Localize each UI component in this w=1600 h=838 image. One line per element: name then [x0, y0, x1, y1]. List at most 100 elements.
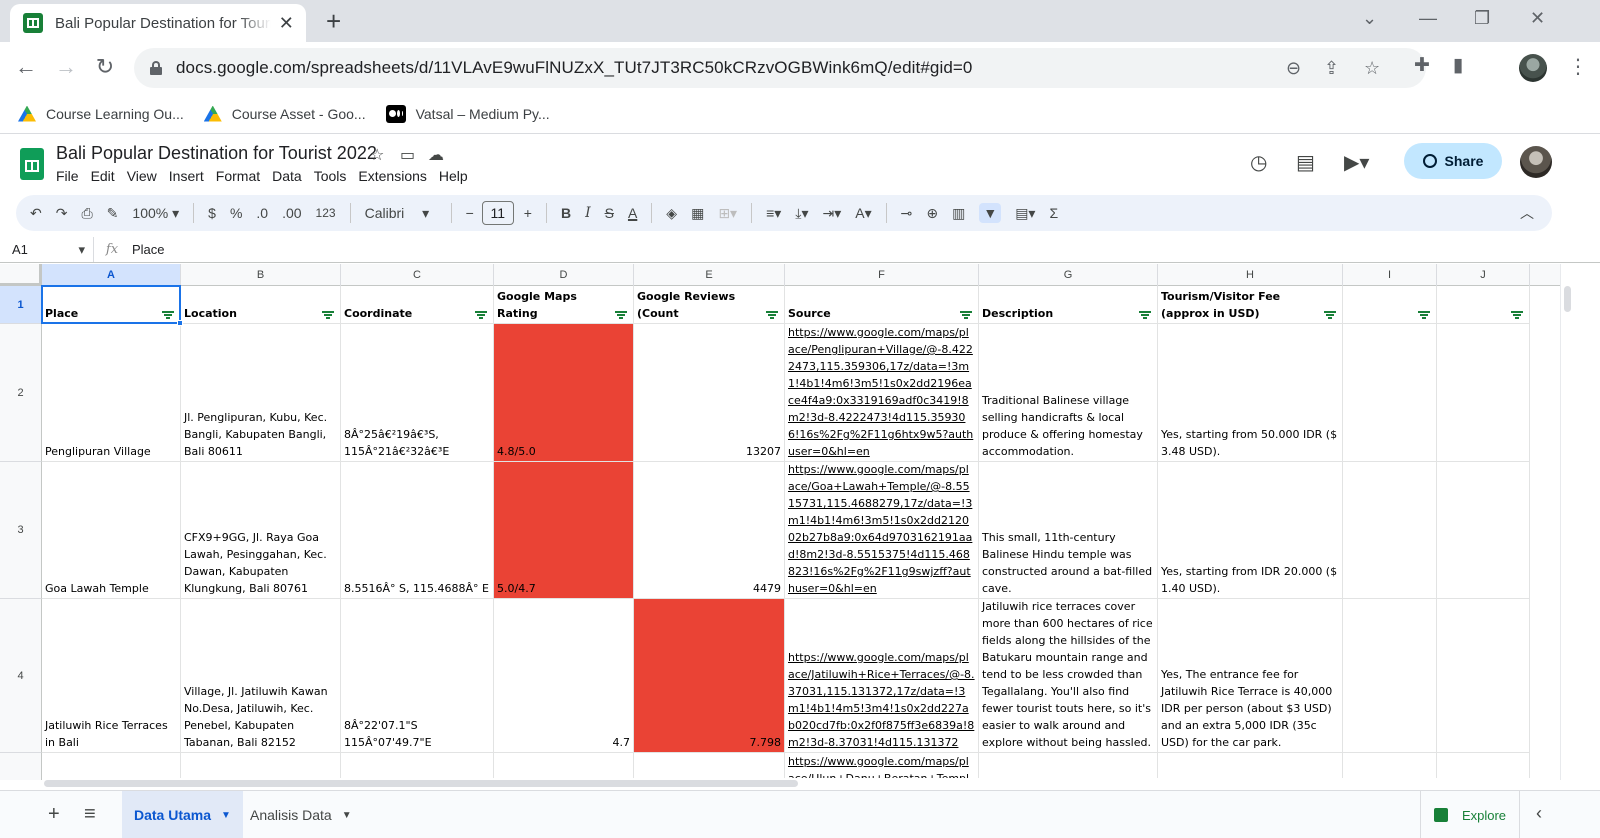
header-cell-source[interactable]: Source — [785, 286, 979, 324]
vertical-scrollbar[interactable] — [1560, 264, 1574, 780]
cell-location[interactable]: Jl. Penglipuran, Kubu, Kec. Bangli, Kabu… — [181, 324, 341, 462]
more-formats-button[interactable]: 123 — [316, 206, 336, 220]
column-header-g[interactable]: G — [979, 264, 1158, 286]
menu-data[interactable]: Data — [272, 168, 302, 184]
cell-i[interactable] — [1343, 324, 1437, 462]
filter-icon[interactable] — [960, 311, 972, 319]
filter-views-icon[interactable]: ▤▾ — [1015, 205, 1035, 222]
comments-icon[interactable]: ▤ — [1296, 150, 1315, 175]
header-cell-rating[interactable]: Google Maps Rating — [494, 286, 634, 324]
cell-i[interactable] — [1343, 753, 1437, 780]
add-sheet-icon[interactable]: + — [48, 803, 60, 826]
explore-button[interactable]: Explore — [1420, 791, 1520, 838]
cloud-status-icon[interactable]: ☁ — [428, 145, 444, 165]
percent-format-button[interactable]: % — [230, 205, 242, 221]
filter-icon[interactable] — [766, 311, 778, 319]
cell-source[interactable]: https://www.google.com/maps/place/Goa+La… — [785, 462, 979, 599]
horizontal-align-icon[interactable]: ≡▾ — [766, 205, 781, 222]
fill-handle[interactable] — [177, 320, 183, 326]
new-tab-icon[interactable]: + — [326, 8, 341, 34]
menu-tools[interactable]: Tools — [314, 168, 347, 184]
font-select[interactable]: Calibri ▾ — [365, 205, 437, 222]
cell-source[interactable]: https://www.google.com/maps/place/Pengli… — [785, 324, 979, 462]
filter-icon[interactable] — [1324, 311, 1336, 319]
header-cell-j[interactable] — [1437, 286, 1530, 324]
chevron-down-icon[interactable]: ▼ — [342, 810, 352, 821]
cell-reviews[interactable] — [634, 753, 785, 780]
restore-icon[interactable]: ❐ — [1474, 8, 1490, 29]
header-cell-reviews[interactable]: Google Reviews (Count — [634, 286, 785, 324]
italic-icon[interactable]: I — [585, 205, 591, 221]
cell-j[interactable] — [1437, 324, 1530, 462]
column-header-f[interactable]: F — [785, 264, 979, 286]
star-icon[interactable]: ☆ — [370, 145, 384, 165]
cell-source[interactable]: https://www.google.com/maps/place/Jatilu… — [785, 599, 979, 753]
row-header[interactable] — [0, 753, 42, 780]
all-sheets-icon[interactable]: ≡ — [84, 803, 96, 826]
cell-coordinate[interactable] — [341, 753, 494, 780]
profile-avatar[interactable] — [1519, 54, 1547, 82]
font-size-input[interactable]: 11 — [481, 201, 514, 225]
filter-icon[interactable] — [475, 311, 487, 319]
share-page-icon[interactable]: ⇪ — [1324, 58, 1339, 79]
reload-icon[interactable]: ↻ — [91, 54, 119, 80]
header-cell-i[interactable] — [1343, 286, 1437, 324]
filter-icon[interactable] — [322, 311, 334, 319]
paint-format-icon[interactable]: ✎ — [107, 205, 119, 222]
formula-input[interactable]: Place — [130, 242, 165, 257]
cell-description[interactable]: Jatiluwih rice terraces cover more than … — [979, 599, 1158, 753]
menu-insert[interactable]: Insert — [169, 168, 204, 184]
cell-i[interactable] — [1343, 462, 1437, 599]
bookmark-item[interactable]: Vatsal – Medium Py... — [385, 104, 550, 123]
cell-coordinate[interactable]: 8Â°25â€²19â€³S, 115Â°21â€²32â€³E — [341, 324, 494, 462]
chevron-down-icon[interactable]: ▼ — [221, 810, 231, 821]
menu-help[interactable]: Help — [439, 168, 468, 184]
cell-reviews[interactable]: 13207 — [634, 324, 785, 462]
vertical-align-icon[interactable]: ⤓▾ — [795, 205, 808, 222]
menu-file[interactable]: File — [56, 168, 79, 184]
insert-comment-icon[interactable]: ⊕ — [926, 205, 938, 222]
horizontal-scrollbar[interactable] — [42, 778, 1560, 788]
font-size-increase-icon[interactable]: + — [524, 205, 532, 221]
row-header-2[interactable]: 2 — [0, 324, 42, 462]
tab-search-icon[interactable]: ⌄ — [1362, 8, 1377, 29]
menu-format[interactable]: Format — [216, 168, 260, 184]
cell-location[interactable]: CFX9+9GG, Jl. Raya Goa Lawah, Pesinggaha… — [181, 462, 341, 599]
column-header-h[interactable]: H — [1158, 264, 1343, 286]
strikethrough-icon[interactable]: S — [605, 205, 614, 221]
header-cell-location[interactable]: Location — [181, 286, 341, 324]
address-bar[interactable]: docs.google.com/spreadsheets/d/11VLAvE9w… — [134, 48, 1426, 88]
cell-j[interactable] — [1437, 462, 1530, 599]
decrease-decimal-button[interactable]: .0 — [256, 205, 268, 221]
cell-location[interactable]: Village, Jl. Jatiluwih Kawan No.Desa, Ja… — [181, 599, 341, 753]
undo-icon[interactable]: ↶ — [30, 205, 42, 222]
zoom-out-icon[interactable]: ⊖ — [1286, 58, 1301, 79]
sheet-tab-analisis-data[interactable]: Analisis Data ▼ — [238, 791, 364, 838]
column-header-b[interactable]: B — [181, 264, 341, 286]
filter-icon[interactable]: ▼ — [979, 203, 1002, 223]
row-header-1[interactable]: 1 — [0, 286, 42, 324]
increase-decimal-button[interactable]: .00 — [282, 205, 301, 221]
insert-chart-icon[interactable]: ▥ — [952, 205, 965, 222]
cell-source[interactable]: https://www.google.com/maps/pl ace/Ulun+… — [785, 753, 979, 780]
filter-icon[interactable] — [1418, 311, 1430, 319]
column-header-e[interactable]: E — [634, 264, 785, 286]
bookmark-item[interactable]: Course Learning Ou... — [18, 105, 184, 122]
column-header-d[interactable]: D — [494, 264, 634, 286]
cell-rating[interactable]: 4.7 — [494, 599, 634, 753]
column-header-a[interactable]: A — [42, 264, 181, 286]
cell-fee[interactable]: Yes, The entrance fee for Jatiluwih Rice… — [1158, 599, 1343, 753]
filter-icon[interactable] — [615, 311, 627, 319]
cell-coordinate[interactable]: 8Â°22'07.1"S 115Â°07'49.7"E — [341, 599, 494, 753]
document-title[interactable]: Bali Popular Destination for Tourist 202… — [56, 143, 377, 164]
header-cell-fee[interactable]: Tourism/Visitor Fee (approx in USD) — [1158, 286, 1343, 324]
text-rotation-icon[interactable]: A▾ — [855, 205, 871, 222]
cell-j[interactable] — [1437, 599, 1530, 753]
text-color-icon[interactable]: A — [628, 205, 637, 221]
cell-place[interactable] — [42, 753, 181, 780]
forward-icon[interactable]: → — [52, 54, 80, 80]
horizontal-scroll-thumb[interactable] — [44, 780, 798, 787]
collapse-side-panel-icon[interactable]: ‹ — [1536, 803, 1542, 824]
close-window-icon[interactable]: ✕ — [1530, 8, 1545, 29]
cell-description[interactable]: This small, 11th-century Balinese Hindu … — [979, 462, 1158, 599]
